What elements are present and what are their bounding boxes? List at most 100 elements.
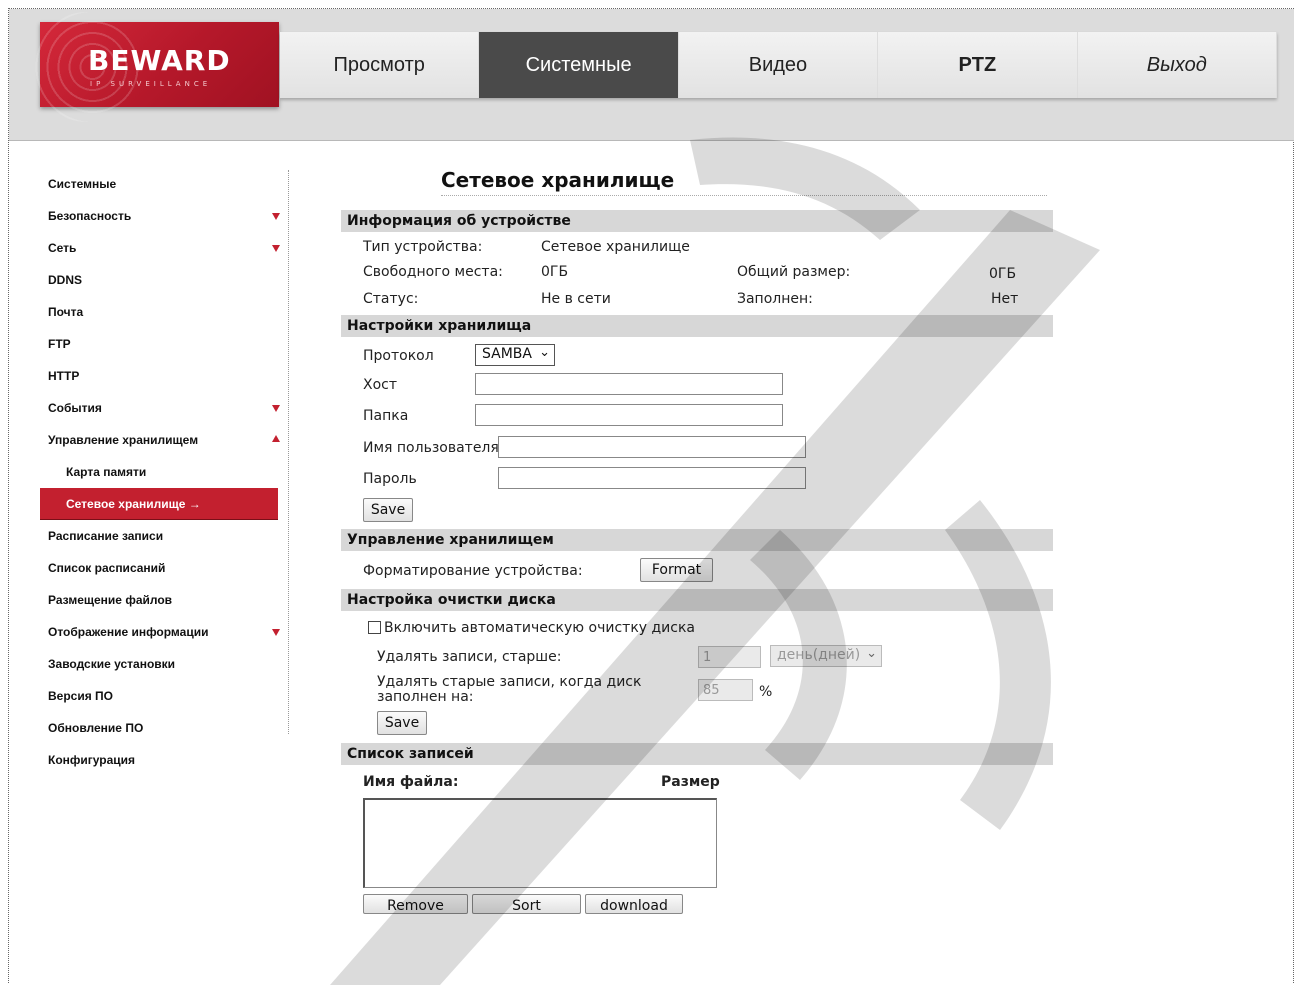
- nav-logout[interactable]: Выход: [1078, 32, 1277, 98]
- sidebar-item-events[interactable]: События: [40, 392, 288, 424]
- delete-older-unit-select[interactable]: день(дней) ⌄: [770, 645, 882, 667]
- device-type-label: Тип устройства:: [363, 239, 483, 255]
- sidebar-item-network-storage[interactable]: Сетевое хранилище →: [40, 488, 278, 520]
- delete-older-label: Удалять записи, старше:: [377, 649, 562, 665]
- sidebar-item-firmware-version[interactable]: Версия ПО: [40, 680, 288, 712]
- beward-logo[interactable]: BEWARD IP SURVEILLANCE: [32, 12, 279, 122]
- section-device-info: Информация об устройстве: [341, 210, 1053, 232]
- sidebar-item-record-schedule[interactable]: Расписание записи: [40, 520, 288, 552]
- sidebar-item-firmware-update[interactable]: Обновление ПО: [40, 712, 288, 744]
- page-title: Сетевое хранилище: [441, 168, 675, 192]
- section-disk-cleanup: Настройка очистки диска: [341, 589, 1053, 611]
- sidebar-item-label: Обновление ПО: [48, 721, 144, 735]
- nav-view[interactable]: Просмотр: [280, 32, 480, 98]
- auto-cleanup-label: Включить автоматическую очистку диска: [384, 620, 696, 636]
- sidebar-item-network[interactable]: Сеть: [40, 232, 288, 264]
- top-nav: Просмотр Системные Видео PTZ Выход: [280, 32, 1277, 98]
- sidebar-item-ddns[interactable]: DDNS: [40, 264, 288, 296]
- sidebar-item-label: Список расписаний: [48, 561, 166, 575]
- section-storage-settings: Настройки хранилища: [341, 315, 1053, 337]
- sidebar-item-label: События: [48, 401, 102, 415]
- sidebar-item-memory-card[interactable]: Карта памяти: [40, 456, 288, 488]
- expand-arrow-icon[interactable]: [272, 245, 280, 252]
- sidebar-item-label: Сетевое хранилище →: [66, 497, 201, 511]
- status-value: Не в сети: [541, 291, 611, 307]
- logo-subtitle: IP SURVEILLANCE: [90, 80, 212, 88]
- delete-older-input[interactable]: [698, 646, 761, 668]
- logo-text: BEWARD: [88, 44, 231, 77]
- protocol-select[interactable]: SAMBA ⌄: [475, 344, 555, 366]
- sidebar-item-label: DDNS: [48, 273, 83, 287]
- sidebar-item-label: Версия ПО: [48, 689, 114, 703]
- sidebar-item-label: Расписание записи: [48, 529, 164, 543]
- status-label: Статус:: [363, 291, 419, 307]
- sidebar-item-label: Конфигурация: [48, 753, 136, 767]
- protocol-label: Протокол: [363, 348, 434, 364]
- folder-label: Папка: [363, 408, 409, 424]
- sidebar-divider: [288, 170, 289, 734]
- full-label: Заполнен:: [737, 291, 813, 307]
- nav-video[interactable]: Видео: [679, 32, 879, 98]
- section-storage-management: Управление хранилищем: [341, 529, 1053, 551]
- password-input[interactable]: [498, 467, 806, 489]
- delete-older-unit-value: день(дней): [777, 647, 861, 663]
- sidebar-item-info-display[interactable]: Отображение информации: [40, 616, 288, 648]
- sidebar-item-ftp[interactable]: FTP: [40, 328, 288, 360]
- remove-button[interactable]: Remove: [363, 894, 468, 914]
- sidebar-item-security[interactable]: Безопасность: [40, 200, 288, 232]
- protocol-value: SAMBA: [482, 346, 532, 362]
- storage-save-button[interactable]: Save: [363, 498, 413, 522]
- sidebar-item-configuration[interactable]: Конфигурация: [40, 744, 288, 776]
- delete-full-label: Удалять старые записи, когда диск заполн…: [377, 675, 641, 705]
- format-label: Форматирование устройства:: [363, 563, 583, 579]
- sidebar-item-mail[interactable]: Почта: [40, 296, 288, 328]
- expand-arrow-icon[interactable]: [272, 629, 280, 636]
- chevron-down-icon: ⌄: [866, 646, 877, 661]
- sidebar-item-file-placement[interactable]: Размещение файлов: [40, 584, 288, 616]
- sidebar-item-label: Почта: [48, 305, 84, 319]
- sidebar-item-label: Карта памяти: [66, 465, 147, 479]
- expand-arrow-icon[interactable]: [272, 405, 280, 412]
- total-size-label: Общий размер:: [737, 264, 851, 280]
- full-value: Нет: [991, 291, 1019, 307]
- host-input[interactable]: [475, 373, 783, 395]
- sidebar-item-schedule-list[interactable]: Список расписаний: [40, 552, 288, 584]
- username-input[interactable]: [498, 436, 806, 458]
- section-records-list: Список записей: [341, 743, 1053, 765]
- free-space-label: Свободного места:: [363, 264, 503, 280]
- sidebar-item-system[interactable]: Системные: [40, 168, 288, 200]
- sidebar-item-storage-management[interactable]: Управление хранилищем: [40, 424, 288, 456]
- download-button[interactable]: download: [585, 894, 683, 914]
- sidebar-item-label: Системные: [48, 177, 117, 191]
- sidebar-item-label: Отображение информации: [48, 625, 209, 639]
- sidebar-item-label: Управление хранилищем: [48, 433, 199, 447]
- auto-cleanup-checkbox[interactable]: [368, 621, 381, 634]
- host-label: Хост: [363, 377, 398, 393]
- title-divider: [441, 195, 1047, 196]
- filename-column-header: Имя файла:: [363, 774, 459, 790]
- cleanup-save-button[interactable]: Save: [377, 711, 427, 735]
- expand-arrow-icon[interactable]: [272, 213, 280, 220]
- sidebar-item-label: Безопасность: [48, 209, 132, 223]
- chevron-down-icon: ⌄: [539, 345, 550, 360]
- folder-input[interactable]: [475, 404, 783, 426]
- sidebar-item-factory-reset[interactable]: Заводские установки: [40, 648, 288, 680]
- sort-button[interactable]: Sort: [472, 894, 581, 914]
- sidebar: Системные Безопасность Сеть DDNS Почта F…: [40, 168, 288, 776]
- total-size-value: 0ГБ: [989, 266, 1017, 282]
- collapse-arrow-icon[interactable]: [272, 435, 280, 442]
- sidebar-item-label: Размещение файлов: [48, 593, 173, 607]
- disk-full-percent-input[interactable]: [698, 679, 753, 701]
- records-listbox[interactable]: [363, 798, 717, 888]
- nav-system[interactable]: Системные: [479, 32, 679, 98]
- sidebar-item-label: Сеть: [48, 241, 77, 255]
- delete-full-label-line-2: заполнен на:: [377, 689, 474, 705]
- sidebar-item-http[interactable]: HTTP: [40, 360, 288, 392]
- password-label: Пароль: [363, 471, 417, 487]
- device-type-value: Сетевое хранилище: [541, 239, 690, 255]
- free-space-value: 0ГБ: [541, 264, 569, 280]
- nav-ptz[interactable]: PTZ: [878, 32, 1078, 98]
- format-button[interactable]: Format: [640, 558, 713, 582]
- username-label: Имя пользователя: [363, 440, 499, 456]
- percent-sign: %: [759, 684, 773, 700]
